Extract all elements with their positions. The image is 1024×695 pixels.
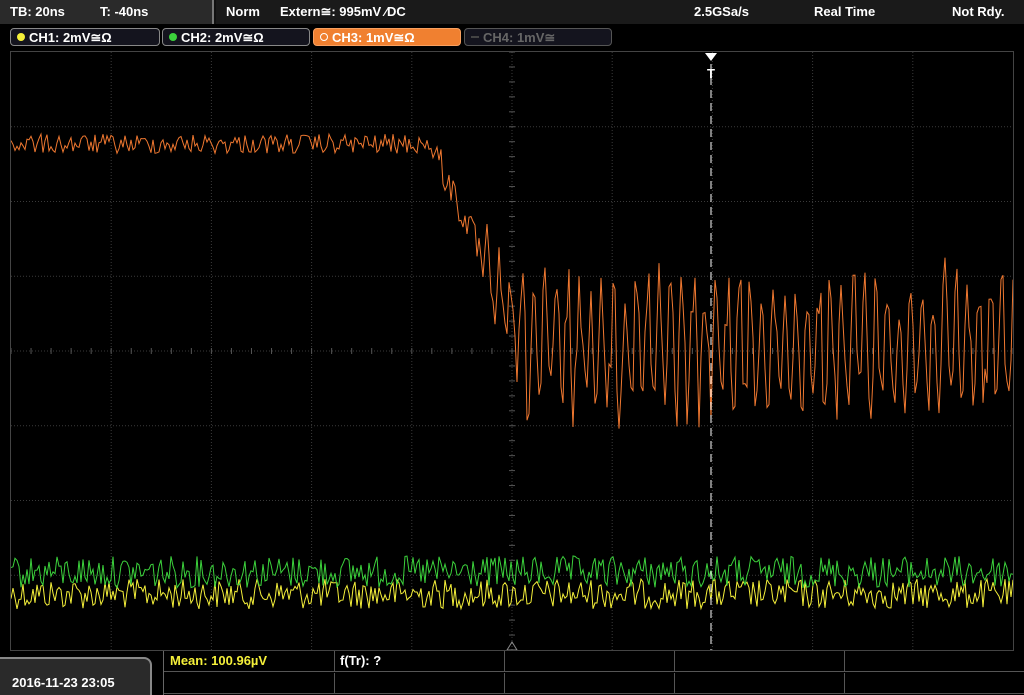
- trigger-source[interactable]: Extern≅: 995mV ⁄DC: [280, 4, 406, 20]
- sample-rate: 2.5GSa/s: [694, 4, 749, 19]
- trigger-arrow-icon: [705, 53, 717, 61]
- trigger-label: T: [707, 66, 715, 81]
- channel-4-button[interactable]: CH4: 1mV≅: [464, 28, 612, 46]
- channel-1-button[interactable]: CH1: 2mV≅Ω: [10, 28, 160, 46]
- measurement-mean[interactable]: Mean: 100.96µV: [164, 651, 335, 671]
- acquisition-status-text: Not Rdy.: [952, 4, 1005, 19]
- measurement-mean-label: Mean: 100.96µV: [170, 653, 268, 668]
- channel-1-label: CH1: 2mV≅Ω: [29, 30, 112, 45]
- channel-3-button[interactable]: CH3: 1mV≅Ω: [313, 28, 461, 46]
- measurement-slot-8[interactable]: [504, 673, 675, 693]
- measurement-slot-3[interactable]: [504, 651, 675, 671]
- channel-4-label: CH4: 1mV≅: [483, 30, 556, 45]
- channel-2-button[interactable]: CH2: 2mV≅Ω: [162, 28, 310, 46]
- measurement-slot-4[interactable]: [674, 651, 845, 671]
- measurement-slot-5[interactable]: [844, 651, 1024, 671]
- channel-4-indicator-icon: [471, 36, 479, 38]
- timebase-panel[interactable]: TB: 20ns T: -40ns: [0, 0, 214, 24]
- measurement-row-1: Mean: 100.96µV f(Tr): ?: [164, 651, 1024, 672]
- acquisition-mode: Real Time: [814, 4, 876, 19]
- trigger-offset-label[interactable]: T: -40ns: [100, 4, 148, 19]
- acquisition-status: Norm Extern≅: 995mV ⁄DC 2.5GSa/s Real Ti…: [216, 0, 1024, 24]
- timebase-label[interactable]: TB: 20ns: [10, 4, 65, 19]
- channel-2-indicator-icon: [169, 33, 177, 41]
- channel-bar: CH1: 2mV≅Ω CH2: 2mV≅Ω CH3: 1mV≅Ω CH4: 1m…: [0, 24, 1024, 50]
- channel-1-indicator-icon: [17, 33, 25, 41]
- waveform-canvas: T: [10, 51, 1014, 651]
- measurement-slot-9[interactable]: [674, 673, 845, 693]
- top-status-bar: TB: 20ns T: -40ns Norm Extern≅: 995mV ⁄D…: [0, 0, 1024, 24]
- channel-2-label: CH2: 2mV≅Ω: [181, 30, 264, 45]
- waveform-display[interactable]: T: [10, 51, 1014, 651]
- channel-3-label: CH3: 1mV≅Ω: [332, 30, 415, 45]
- datetime-panel: 2016-11-23 23:05: [0, 657, 152, 695]
- datetime-label: 2016-11-23 23:05: [12, 675, 115, 690]
- measurement-slot-10[interactable]: [844, 673, 1024, 693]
- channel-3-indicator-icon: [320, 33, 328, 41]
- measurement-panel: Mean: 100.96µV f(Tr): ?: [163, 651, 1024, 695]
- trigger-mode[interactable]: Norm: [226, 4, 260, 19]
- measurement-freq-label: f(Tr): ?: [340, 653, 382, 668]
- measurement-freq[interactable]: f(Tr): ?: [334, 651, 505, 671]
- measurement-slot-7[interactable]: [334, 673, 505, 693]
- measurement-row-2: [164, 673, 1024, 694]
- measurement-slot-6[interactable]: [164, 673, 335, 693]
